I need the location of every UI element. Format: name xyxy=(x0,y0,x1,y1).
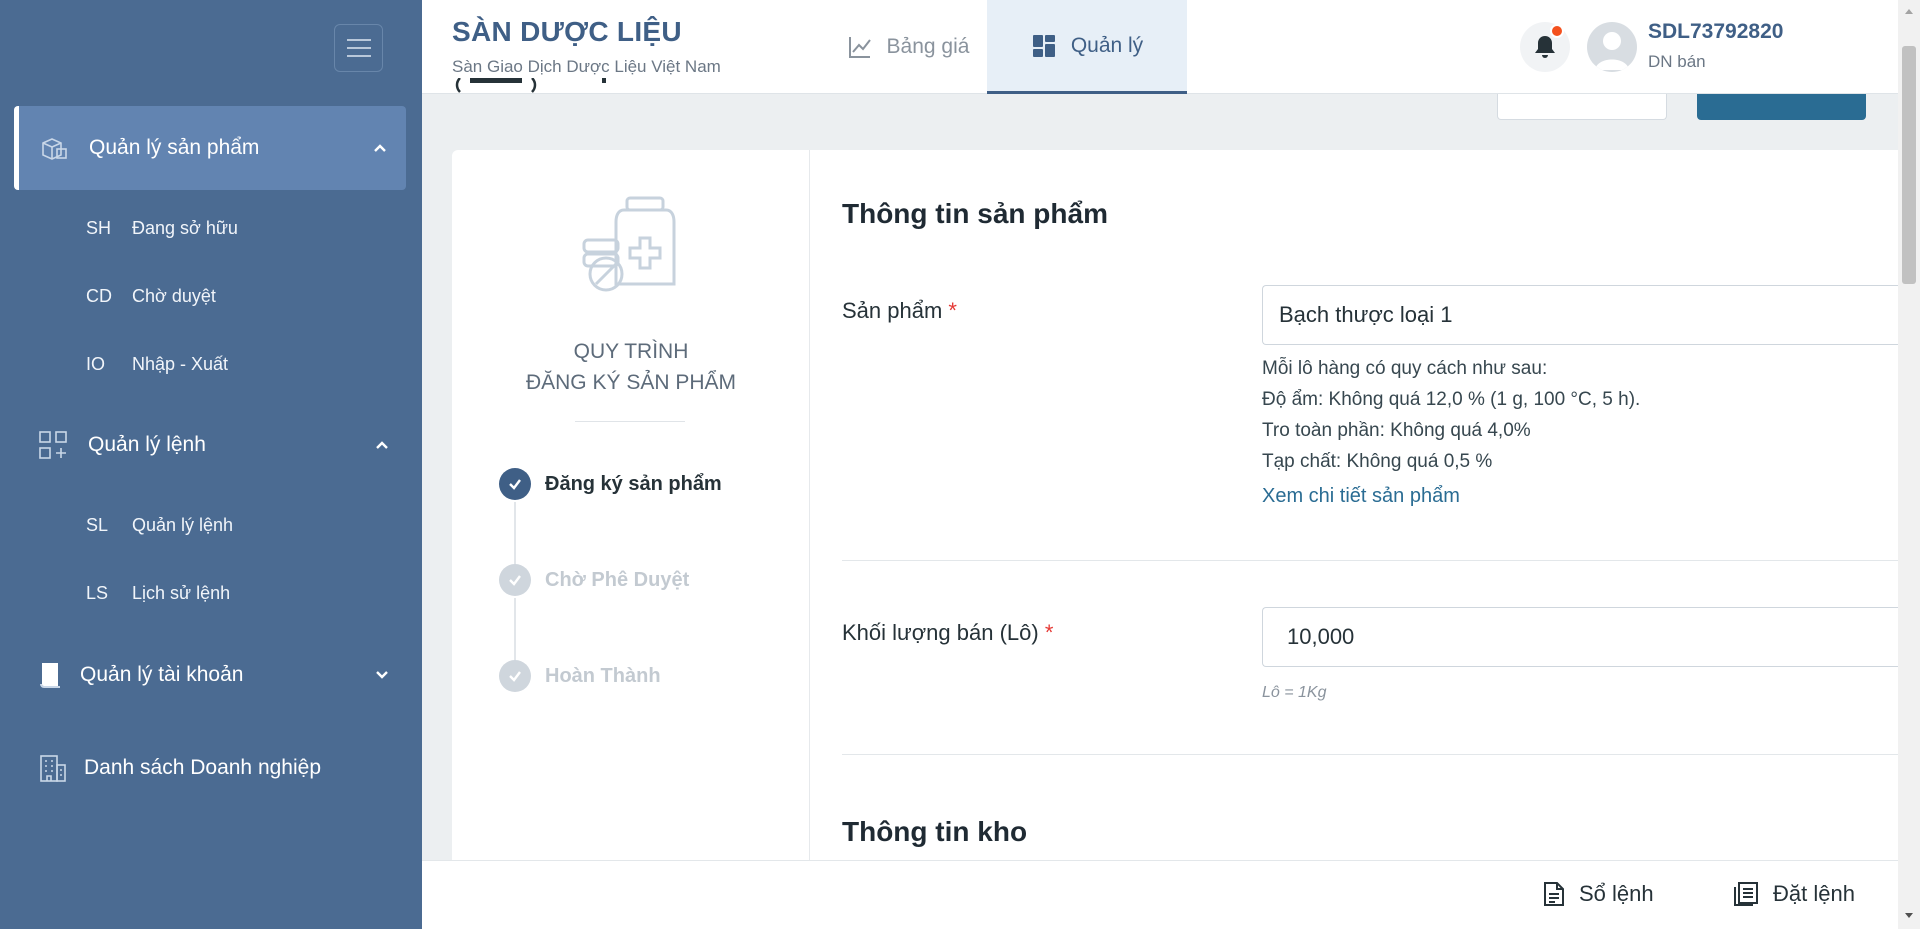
sidebar-group-order-management[interactable]: Quản lý lệnh xyxy=(0,428,422,462)
sidebar-item-order-list[interactable]: SL Quản lý lệnh xyxy=(86,515,233,536)
document-icon xyxy=(1544,882,1564,906)
chevron-up-icon xyxy=(374,144,386,152)
grid-add-icon xyxy=(38,430,68,460)
medicine-bottle-icon xyxy=(582,196,676,292)
quantity-field-label: Khối lượng bán (Lô) * xyxy=(842,620,1054,645)
spec-line: Mỗi lô hàng có quy cách như sau: xyxy=(1262,358,1548,379)
order-book-button[interactable]: Sổ lệnh xyxy=(1543,881,1654,907)
step-connector xyxy=(514,598,516,662)
sidebar-group-label: Quản lý lệnh xyxy=(88,433,206,456)
divider xyxy=(575,421,685,422)
tab-management[interactable]: Quản lý xyxy=(987,0,1187,94)
spec-line: Tạp chất: Không quá 0,5 % xyxy=(1262,451,1493,472)
bell-icon xyxy=(1535,36,1555,58)
sidebar-item-owned[interactable]: SH Đang sở hữu xyxy=(86,218,238,239)
scroll-down-arrow-icon[interactable] xyxy=(1898,909,1920,923)
tab-label: Quản lý xyxy=(1070,33,1144,57)
place-order-label: Đặt lệnh xyxy=(1773,881,1855,906)
sidebar-group-label: Quản lý sản phẩm xyxy=(89,136,260,159)
primary-action-button[interactable] xyxy=(1697,94,1866,120)
spec-line: Độ ẩm: Không quá 12,0 % (1 g, 100 °C, 5 … xyxy=(1262,389,1641,410)
check-icon xyxy=(499,468,531,500)
step-register-product: Đăng ký sản phẩm xyxy=(499,468,722,500)
product-form: Thông tin sản phẩm Sản phẩm * Bạch thược… xyxy=(842,150,1912,860)
book-icon xyxy=(36,660,66,690)
notification-button[interactable] xyxy=(1520,22,1570,72)
sidebar-item-label: Chờ duyệt xyxy=(132,286,216,306)
process-title: QUY TRÌNH ĐĂNG KÝ SẢN PHẨM xyxy=(452,336,810,398)
section-title-warehouse: Thông tin kho xyxy=(842,816,1028,847)
avatar[interactable] xyxy=(1587,22,1637,72)
registration-card: QUY TRÌNH ĐĂNG KÝ SẢN PHẨM Đăng ký sản p… xyxy=(452,150,1912,860)
chevron-up-icon xyxy=(376,441,388,449)
divider xyxy=(842,754,1898,755)
sidebar-item-label: Lịch sử lệnh xyxy=(132,583,231,603)
notification-dot xyxy=(1550,24,1564,38)
section-title-product: Thông tin sản phẩm xyxy=(842,198,1108,229)
quantity-input[interactable]: 10,000 xyxy=(1262,607,1912,667)
process-title-line1: QUY TRÌNH xyxy=(573,340,689,363)
box-icon xyxy=(39,133,69,163)
scroll-up-arrow-icon[interactable] xyxy=(1898,4,1920,18)
menu-toggle-button[interactable] xyxy=(334,24,383,72)
sidebar-item-order-history[interactable]: LS Lịch sử lệnh xyxy=(86,583,230,604)
step-label: Hoàn Thành xyxy=(545,664,661,687)
product-field-label: Sản phẩm * xyxy=(842,298,957,323)
top-bar: SÀN DƯỢC LIỆU Sàn Giao Dịch Dược Liệu Vi… xyxy=(422,0,1898,94)
step-label: Chờ Phê Duyệt xyxy=(545,568,690,591)
secondary-action-button[interactable] xyxy=(1497,94,1667,120)
brand-subtitle: Sàn Giao Dịch Dược Liệu Việt Nam xyxy=(452,57,721,76)
dashboard-icon xyxy=(1032,34,1055,57)
sidebar-item-pending[interactable]: CD Chờ duyệt xyxy=(86,286,216,307)
sidebar-item-abbr: CD xyxy=(86,286,112,306)
check-icon xyxy=(499,660,531,692)
sidebar-item-import-export[interactable]: IO Nhập - Xuất xyxy=(86,354,228,375)
required-mark: * xyxy=(1044,620,1054,645)
user-name[interactable]: SDL73792820 xyxy=(1648,20,1783,44)
step-connector xyxy=(514,502,516,566)
brand-title[interactable]: SÀN DƯỢC LIỆU xyxy=(452,16,682,48)
sidebar-item-abbr: SH xyxy=(86,218,112,238)
process-title-line2: ĐĂNG KÝ SẢN PHẨM xyxy=(525,371,737,394)
product-spec: Mỗi lô hàng có quy cách như sau: Độ ẩm: … xyxy=(1262,353,1640,477)
chevron-down-icon xyxy=(376,671,388,679)
page-scrollbar[interactable] xyxy=(1898,0,1920,929)
sidebar-item-abbr: IO xyxy=(86,354,106,374)
sidebar-item-label: Nhập - Xuất xyxy=(132,354,229,374)
sidebar-group-label: Danh sách Doanh nghiệp xyxy=(84,756,322,779)
tab-label: Bảng giá xyxy=(886,35,970,58)
building-icon xyxy=(38,753,68,783)
hamburger-icon xyxy=(346,39,371,41)
spec-line: Tro toàn phần: Không quá 4,0% xyxy=(1262,420,1531,441)
step-pending-approval: Chờ Phê Duyệt xyxy=(499,564,689,596)
divider xyxy=(842,560,1898,561)
bottom-bar: Sổ lệnh Đặt lệnh xyxy=(422,860,1898,929)
sidebar-group-product-management[interactable]: Quản lý sản phẩm xyxy=(14,106,406,190)
user-role: DN bán xyxy=(1648,52,1706,71)
required-mark: * xyxy=(948,298,957,323)
product-select[interactable]: Bạch thược loại 1 xyxy=(1262,285,1912,345)
tab-price-board[interactable]: Bảng giá xyxy=(808,0,1008,94)
scroll-thumb[interactable] xyxy=(1902,46,1916,284)
sidebar-item-abbr: LS xyxy=(86,583,109,603)
view-product-detail-link[interactable]: Xem chi tiết sản phẩm xyxy=(1262,485,1460,508)
sidebar-item-label: Quản lý lệnh xyxy=(132,515,234,535)
step-label: Đăng ký sản phẩm xyxy=(545,472,722,495)
process-panel: QUY TRÌNH ĐĂNG KÝ SẢN PHẨM Đăng ký sản p… xyxy=(452,150,810,860)
order-book-label: Sổ lệnh xyxy=(1579,881,1654,906)
step-complete: Hoàn Thành xyxy=(499,660,661,692)
sidebar-item-label: Đang sở hữu xyxy=(132,218,238,238)
sidebar-group-account-management[interactable]: Quản lý tài khoản xyxy=(0,658,422,692)
page-heading-clipped xyxy=(452,78,632,94)
quantity-hint: Lô = 1Kg xyxy=(1262,684,1327,701)
sidebar-item-enterprise-list[interactable]: Danh sách Doanh nghiệp xyxy=(0,751,422,785)
user-avatar-icon xyxy=(1595,32,1629,70)
sidebar: Quản lý sản phẩm SH Đang sở hữu CD Chờ d… xyxy=(0,0,422,929)
place-order-button[interactable]: Đặt lệnh xyxy=(1733,881,1855,907)
check-icon xyxy=(499,564,531,596)
sidebar-item-abbr: SL xyxy=(86,515,109,535)
list-document-icon xyxy=(1734,882,1758,906)
chart-line-icon xyxy=(848,37,871,58)
sidebar-group-label: Quản lý tài khoản xyxy=(80,663,244,686)
